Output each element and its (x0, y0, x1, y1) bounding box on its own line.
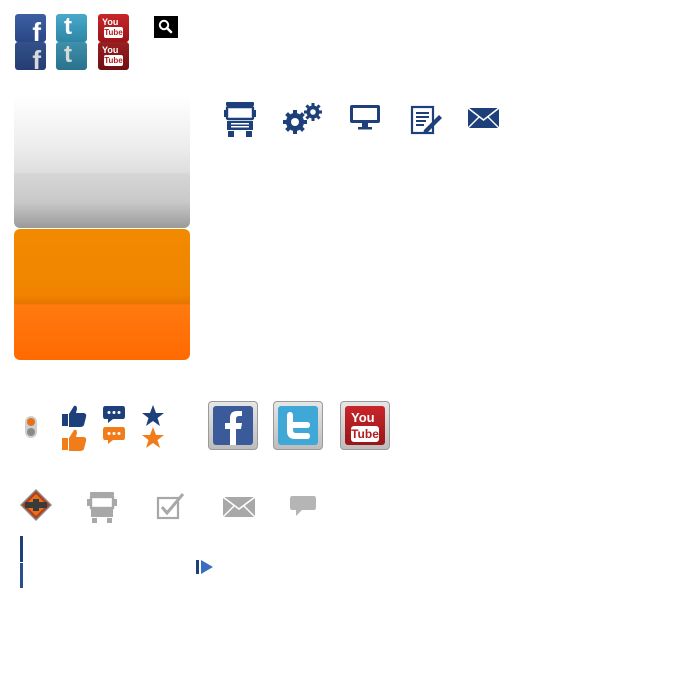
speech-bubble-icon[interactable] (289, 495, 317, 519)
facebook-icon-hover[interactable]: f (15, 42, 46, 70)
truck-gray-icon[interactable] (86, 490, 118, 524)
youtube-icon-hover[interactable]: You Tube (98, 42, 129, 70)
facebook-large-button[interactable] (208, 401, 258, 450)
mail-gray-icon[interactable] (222, 496, 256, 518)
twitter-icon[interactable]: t (56, 14, 87, 42)
edit-document-icon[interactable] (410, 104, 442, 136)
search-button[interactable] (154, 16, 178, 38)
international-logo-icon[interactable] (19, 488, 53, 522)
facebook-icon[interactable]: f (15, 14, 46, 42)
twitter-large-button[interactable] (273, 401, 323, 450)
orange-gradient-panel (14, 229, 190, 360)
search-icon (158, 19, 173, 34)
accent-divider (20, 536, 23, 562)
youtube-large-button[interactable]: You Tube (340, 401, 390, 450)
facebook-icon (213, 406, 253, 445)
twitter-icon-hover[interactable]: t (56, 42, 87, 70)
twitter-icon (278, 406, 318, 445)
slider-dots-icon[interactable] (24, 415, 38, 439)
checkbox-icon[interactable] (156, 492, 186, 520)
accent-divider-secondary (20, 563, 23, 588)
youtube-icon[interactable]: You Tube (98, 14, 129, 42)
star-icon[interactable] (141, 404, 165, 448)
monitor-icon[interactable] (349, 104, 381, 130)
thumbs-up-icon[interactable] (60, 404, 88, 452)
truck-icon[interactable] (222, 100, 258, 138)
chat-bubble-icon[interactable] (102, 404, 126, 446)
gears-icon[interactable] (283, 102, 323, 134)
youtube-icon: You Tube (345, 406, 385, 445)
play-arrow-icon[interactable] (196, 559, 214, 575)
mail-icon[interactable] (467, 107, 500, 129)
gray-gradient-panel (14, 96, 190, 228)
